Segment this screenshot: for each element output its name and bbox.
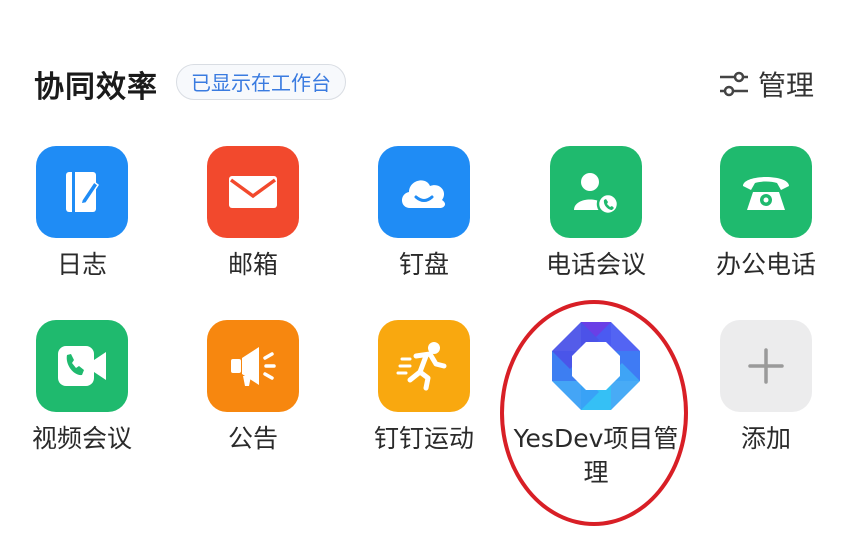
app-sports[interactable]: 钉钉运动 — [344, 320, 504, 456]
manage-label: 管理 — [757, 69, 814, 102]
journal-icon — [36, 146, 128, 238]
megaphone-icon — [207, 320, 299, 412]
app-label: 钉盘 — [398, 250, 449, 279]
running-icon — [378, 320, 470, 412]
app-label: 办公电话 — [715, 250, 816, 279]
app-label: 添加 — [740, 424, 791, 453]
app-label: 钉钉运动 — [373, 424, 474, 453]
manage-button[interactable]: 管理 — [718, 64, 814, 104]
workspace-status-badge[interactable]: 已显示在工作台 — [176, 64, 346, 100]
app-video-call[interactable]: 视频会议 — [2, 320, 162, 456]
mail-icon — [207, 146, 299, 238]
app-label: 邮箱 — [227, 250, 278, 279]
app-journal[interactable]: 日志 — [2, 146, 162, 282]
app-label: 公告 — [227, 424, 278, 453]
highlight-circle — [500, 300, 688, 526]
app-label: 日志 — [56, 250, 107, 279]
app-label: 电话会议 — [545, 250, 646, 279]
sliders-icon — [718, 69, 750, 99]
app-label: 视频会议 — [31, 424, 132, 453]
conference-call-icon — [550, 146, 642, 238]
cloud-icon — [378, 146, 470, 238]
app-mail[interactable]: 邮箱 — [173, 146, 333, 282]
app-cloud-drive[interactable]: 钉盘 — [344, 146, 504, 282]
app-announcement[interactable]: 公告 — [173, 320, 333, 456]
section-header: 协同效率 已显示在工作台 管理 — [0, 0, 842, 110]
section-title: 协同效率 — [34, 70, 158, 105]
app-office-phone[interactable]: 办公电话 — [686, 146, 842, 282]
app-conference-call[interactable]: 电话会议 — [516, 146, 676, 282]
app-add[interactable]: 添加 — [686, 320, 842, 456]
telephone-icon — [720, 146, 812, 238]
plus-icon — [720, 320, 812, 412]
video-call-icon — [36, 320, 128, 412]
